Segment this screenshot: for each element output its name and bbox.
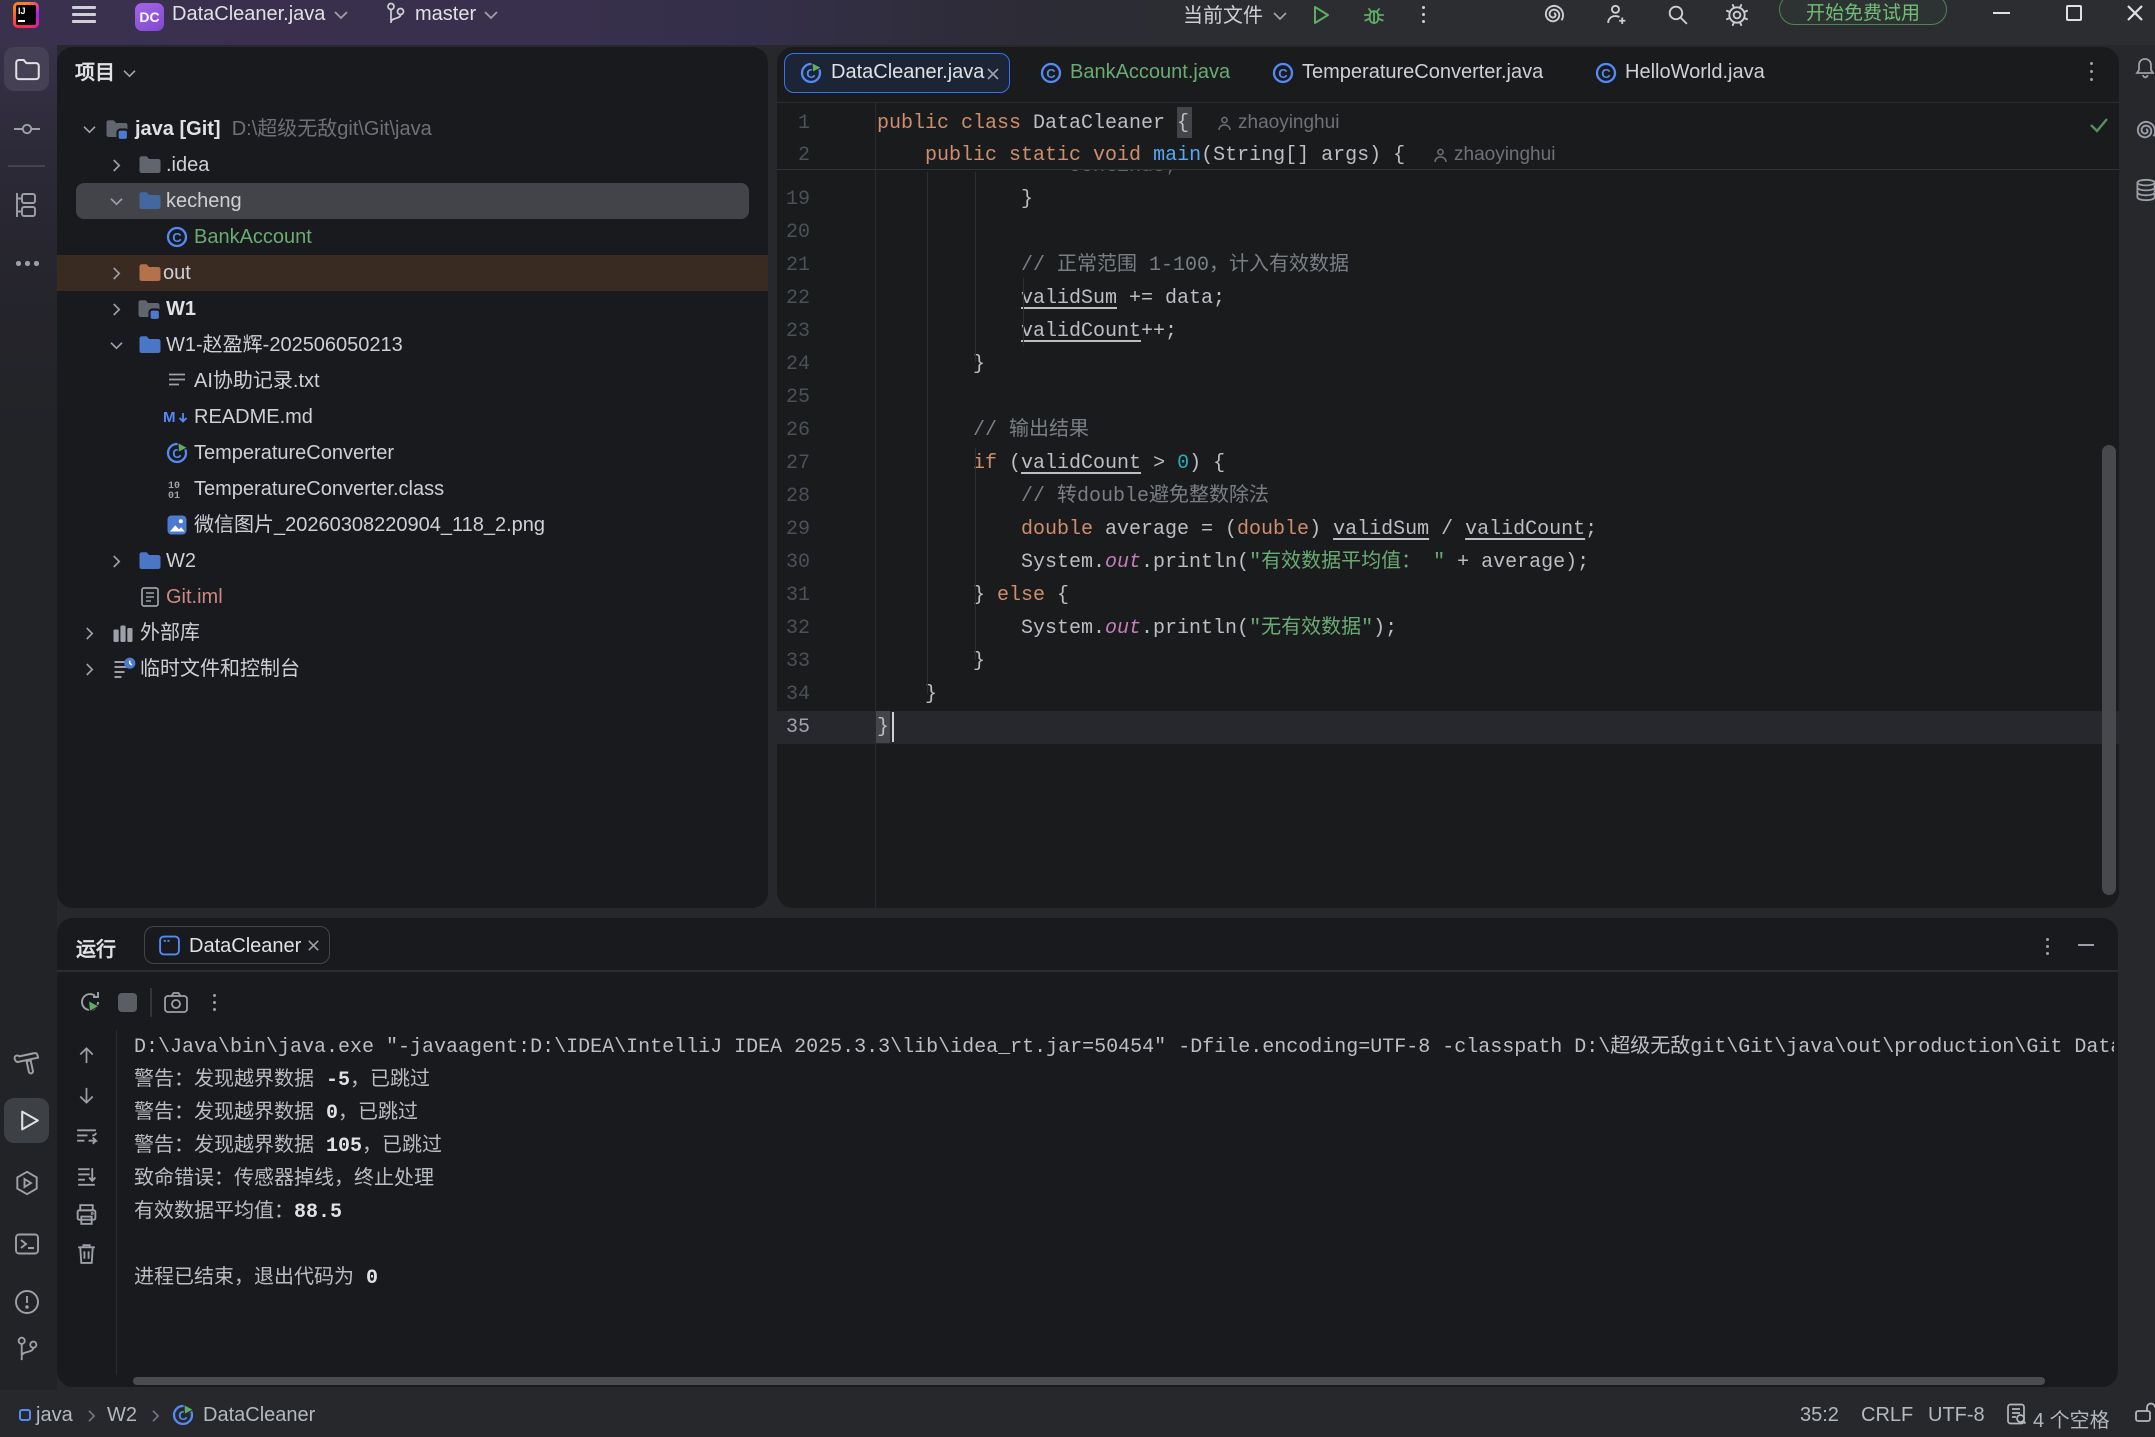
svg-text:01: 01 <box>168 491 180 500</box>
svg-text:M: M <box>163 409 176 426</box>
svg-text:C: C <box>1601 66 1611 81</box>
svg-text:C: C <box>1278 66 1288 81</box>
svg-text:C: C <box>1046 66 1056 81</box>
svg-text:C: C <box>172 230 182 245</box>
